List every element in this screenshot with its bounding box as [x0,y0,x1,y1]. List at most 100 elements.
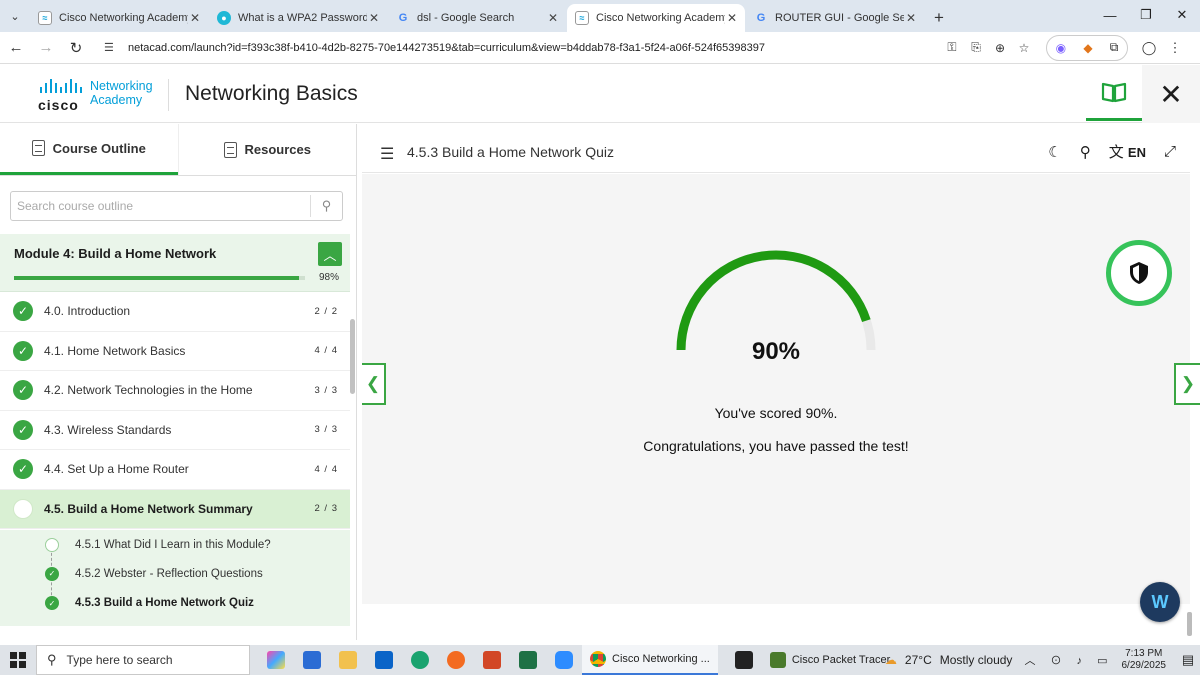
tab-close-icon[interactable]: ✕ [904,11,918,25]
browser-tab-2[interactable]: ● What is a WPA2 Password? - Po ✕ [209,4,387,32]
item-label: 4.5. Build a Home Network Summary [44,501,253,516]
cisco-bars-icon [40,79,82,93]
tab-close-icon[interactable]: ✕ [546,11,560,25]
taskbar-search[interactable]: ⚲ Type here to search [36,645,250,675]
windows-start-icon[interactable] [0,645,36,675]
check-icon: ✓ [13,380,33,401]
powerpoint-icon[interactable] [474,645,510,675]
minimize-button[interactable]: — [1092,0,1128,30]
more-menu-icon[interactable]: ⋮ [1162,40,1188,56]
fullscreen-icon[interactable]: ⤢ [1164,143,1176,160]
site-favicon-icon: ● [217,11,231,25]
file-explorer-icon[interactable] [330,645,366,675]
next-page-button[interactable]: ❯ [1174,363,1200,405]
close-window-button[interactable]: ✕ [1164,0,1200,30]
sub-item-active[interactable]: ✓ 4.5.3 Build a Home Network Quiz [0,589,350,618]
tab-search-button[interactable]: ⌄ [0,0,30,32]
back-button[interactable]: ← [2,34,30,62]
shield-icon [1130,262,1148,284]
notifications-icon[interactable]: ▤ [1176,652,1200,668]
quiz-result-area: ❮ ❯ 90% You've scored 90%. Congratulatio… [362,174,1200,604]
browser-tab-5[interactable]: G ROUTER GUI - Google Search ✕ [746,4,924,32]
sub-item[interactable]: ✓ 4.5.2 Webster - Reflection Questions [0,559,350,588]
extensions-group: ◉ ◆ ⧉ [1046,34,1128,61]
clock-time: 7:13 PM [1125,648,1163,659]
search-icon[interactable]: ⚲ [310,195,342,217]
sub-item[interactable]: 4.5.1 What Did I Learn in this Module? [0,530,350,559]
outline-search: ⚲ [10,191,343,221]
cisco-networking-academy-logo[interactable]: cisco Networking Academy [38,77,168,113]
zoom-icon[interactable]: ⊕ [988,41,1012,55]
taskbar-clock[interactable]: 7:13 PM 6/29/2025 [1122,648,1167,672]
tab-label: Course Outline [52,140,146,156]
search-icon[interactable]: ⚲ [1080,143,1091,161]
collapse-menu-icon[interactable]: ☰ [380,144,394,164]
copilot-icon[interactable] [258,645,294,675]
firefox-icon[interactable] [438,645,474,675]
close-course-button[interactable]: ✕ [1142,65,1200,123]
tab-close-icon[interactable]: ✕ [725,11,739,25]
outline-item[interactable]: ✓ 4.1. Home Network Basics 4 / 4 [0,332,350,371]
new-tab-button[interactable]: + [925,4,953,32]
profile-icon[interactable]: ◯ [1136,40,1162,56]
sub-item-label: 4.5.3 Build a Home Network Quiz [75,597,254,610]
assistant-bot-icon[interactable]: W [1140,582,1180,622]
taskbar-chrome-app[interactable]: Cisco Networking ... [582,645,718,675]
excel-icon[interactable] [510,645,546,675]
previous-page-button[interactable]: ❮ [362,363,386,405]
browser-tab-1[interactable]: ≈ Cisco Networking Academy: Co ✕ [30,4,208,32]
weather-widget[interactable]: ☁ 27°C Mostly cloudy [885,653,1013,667]
forward-button[interactable]: → [32,34,60,62]
taskbar-packet-tracer-app[interactable]: Cisco Packet Tracer [762,645,898,675]
password-key-icon[interactable]: ⚿ [940,40,964,55]
pass-message: Congratulations, you have passed the tes… [643,438,909,454]
tab-course-outline[interactable]: Course Outline [0,124,178,175]
tab-close-icon[interactable]: ✕ [367,11,381,25]
logo-line2: Academy [90,93,143,107]
outline-item[interactable]: ✓ 4.4. Set Up a Home Router 4 / 4 [0,450,350,490]
tab-close-icon[interactable]: ✕ [188,11,202,25]
dark-mode-moon-icon[interactable]: ☾ [1048,143,1061,161]
address-bar[interactable]: ☰ netacad.com/launch?id=f393c38f-b410-4d… [96,35,1036,61]
outline-item-current[interactable]: 4.5. Build a Home Network Summary 2 / 3 [0,489,350,529]
edge-icon[interactable] [402,645,438,675]
metamask-icon[interactable]: ◆ [1083,41,1092,55]
browser-tab-3[interactable]: G dsl - Google Search ✕ [388,4,566,32]
system-tray-icons[interactable]: ︿ ⊙ ♪ ▭ [1024,652,1113,668]
content-scrollbar[interactable] [1187,612,1192,636]
sidebar-scrollbar[interactable] [350,319,355,394]
tab-label: Resources [244,142,311,157]
puzzle-icon[interactable]: ⧉ [1110,40,1119,55]
install-app-icon[interactable]: ⎘ [964,40,988,55]
security-shield-button[interactable] [1106,240,1172,306]
store-icon[interactable] [294,645,330,675]
outline-item[interactable]: ✓ 4.0. Introduction 2 / 2 [0,292,350,332]
restore-button[interactable]: ❐ [1128,0,1164,30]
item-count: 2 / 3 [314,503,338,515]
extension-icon[interactable]: ◉ [1056,41,1066,55]
chrome-icon [590,651,606,667]
browser-tab-4[interactable]: ≈ Cisco Networking Academy: Co ✕ [567,4,745,32]
outline-item[interactable]: ✓ 4.2. Network Technologies in the Home 3 … [0,371,350,411]
gauge-fill [676,250,871,351]
collapse-chevron-up-icon[interactable]: ︿ [318,242,342,266]
app-label: Cisco Networking ... [612,653,710,665]
bookmark-star-icon[interactable]: ☆ [1012,41,1036,55]
outline-item[interactable]: ✓ 4.3. Wireless Standards 3 / 3 [0,411,350,450]
reload-button[interactable]: ↻ [62,34,90,62]
book-button[interactable] [1086,65,1142,121]
module-header[interactable]: Module 4: Build a Home Network ︿ 98% [0,234,350,292]
outline-items: ✓ 4.0. Introduction 2 / 2 ✓ 4.1. Home Netwo… [0,292,350,529]
tab-resources[interactable]: Resources [177,124,357,175]
header-divider [168,79,169,111]
zoom-app-icon[interactable] [546,645,582,675]
outlook-icon[interactable] [366,645,402,675]
score-message: You've scored 90%. [714,405,838,421]
site-info-icon[interactable]: ☰ [104,41,120,54]
browser-toolbar: ← → ↻ ☰ netacad.com/launch?id=f393c38f-b… [0,32,1200,64]
language-selector[interactable]: 文 EN [1109,141,1146,162]
search-input[interactable] [11,199,310,213]
url-text: netacad.com/launch?id=f393c38f-b410-4d2b… [128,41,765,54]
dark-app-icon[interactable] [726,645,762,675]
tab-title: Cisco Networking Academy: Co [596,12,725,24]
